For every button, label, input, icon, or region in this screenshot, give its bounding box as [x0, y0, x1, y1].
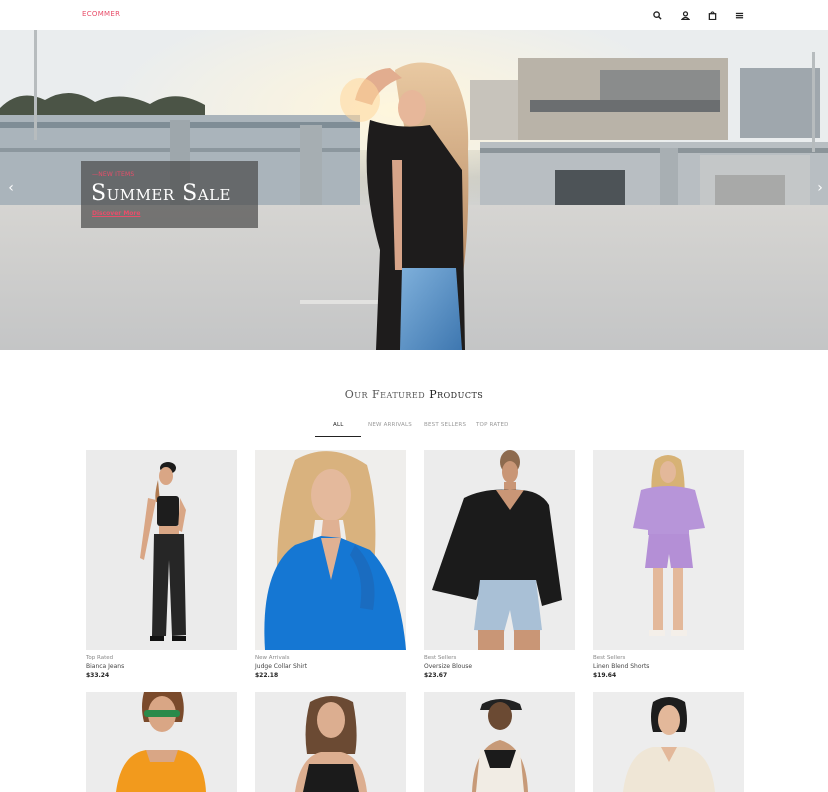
product-price: $19.64 [593, 672, 617, 679]
promo-box: —NEW ITEMS Summer Sale Discover More [81, 161, 258, 228]
discover-more-link[interactable]: Discover More [92, 210, 140, 217]
chevron-left-icon[interactable]: ‹ [4, 180, 18, 196]
site-header: ECOMMER [0, 0, 828, 30]
product-name[interactable]: Judge Collar Shirt [255, 663, 307, 670]
featured-title-prefix: Our Featured [344, 388, 426, 401]
product-image[interactable] [593, 450, 744, 650]
product-price: $33.24 [86, 672, 110, 679]
product-category: Top Rated [86, 655, 114, 661]
product-category: Best Sellers [424, 655, 457, 661]
product-image[interactable] [86, 450, 237, 650]
featured-title: Our Featured Products [0, 388, 828, 401]
user-icon[interactable] [678, 8, 692, 22]
product-image[interactable] [255, 450, 406, 650]
product-name[interactable]: Bianca Jeans [86, 663, 124, 670]
product-image[interactable] [255, 692, 406, 792]
product-category: Best Sellers [593, 655, 626, 661]
menu-icon[interactable] [732, 8, 746, 22]
active-tab-underline [315, 436, 361, 437]
featured-title-bold: Products [429, 388, 484, 401]
product-image[interactable] [86, 692, 237, 792]
product-image[interactable] [424, 692, 575, 792]
tab-best-sellers[interactable]: BEST SELLERS [424, 422, 466, 428]
promo-title: Summer Sale [91, 181, 231, 206]
tab-top-rated[interactable]: TOP RATED [476, 422, 509, 428]
product-name[interactable]: Linen Blend Shorts [593, 663, 649, 670]
bag-icon[interactable] [705, 8, 719, 22]
product-image[interactable] [593, 692, 744, 792]
chevron-right-icon[interactable]: › [813, 180, 827, 196]
hero-banner: ‹ › —NEW ITEMS Summer Sale Discover More [0, 30, 828, 350]
product-category: New Arrivals [255, 655, 290, 661]
product-price: $22.18 [255, 672, 279, 679]
product-image[interactable] [424, 450, 575, 650]
logo[interactable]: ECOMMER [82, 10, 120, 18]
search-icon[interactable] [650, 8, 664, 22]
promo-kicker: —NEW ITEMS [92, 171, 135, 178]
product-name[interactable]: Oversize Blouse [424, 663, 472, 670]
filter-tabs: ALL NEW ARRIVALS BEST SELLERS TOP RATED [0, 420, 828, 440]
product-price: $23.67 [424, 672, 448, 679]
tab-new-arrivals[interactable]: NEW ARRIVALS [368, 422, 412, 428]
tab-all[interactable]: ALL [333, 422, 344, 428]
